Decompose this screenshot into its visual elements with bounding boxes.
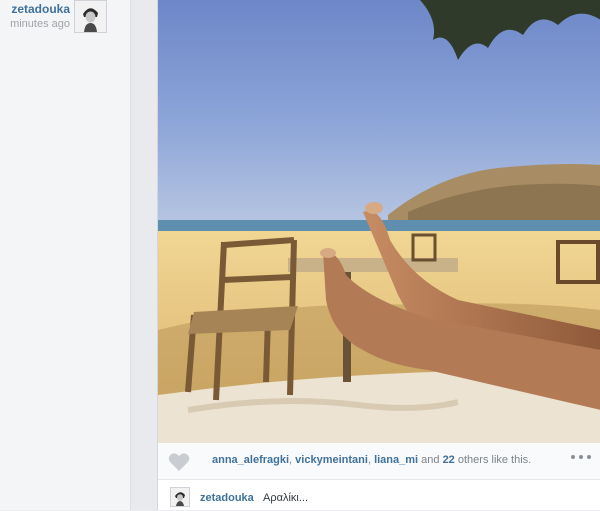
author-avatar[interactable] [74, 0, 107, 33]
caption-text: Αραλίκι... [263, 492, 309, 504]
likes-and-text: and [418, 454, 443, 466]
caption-username[interactable]: zetadouka [200, 492, 254, 504]
likes-summary: anna_alefragki, vickymeintani, liana_mi … [212, 454, 531, 466]
post-author-name[interactable]: zetadouka [0, 2, 70, 17]
left-sidebar: zetadouka minutes ago [0, 0, 131, 510]
feed-gutter [131, 0, 157, 510]
heart-icon[interactable] [168, 452, 190, 472]
post-author-block: zetadouka minutes ago [0, 2, 70, 31]
others-suffix: others like this. [454, 454, 532, 466]
liker-link[interactable]: anna_alefragki [212, 454, 289, 466]
post-timestamp: minutes ago [10, 18, 70, 30]
caption-row: zetadouka Αραλίκι... [158, 480, 600, 510]
others-count[interactable]: 22 [443, 454, 455, 466]
more-dot [579, 455, 583, 459]
more-options-icon[interactable] [571, 455, 591, 459]
caption-avatar[interactable] [170, 487, 190, 507]
likes-bar: anna_alefragki, vickymeintani, liana_mi … [158, 443, 600, 480]
more-dot [587, 455, 591, 459]
liker-link[interactable]: vickymeintani [295, 454, 368, 466]
liker-link[interactable]: liana_mi [374, 454, 418, 466]
more-dot [571, 455, 575, 459]
post-card: anna_alefragki, vickymeintani, liana_mi … [157, 0, 600, 510]
post-photo[interactable] [158, 0, 600, 443]
